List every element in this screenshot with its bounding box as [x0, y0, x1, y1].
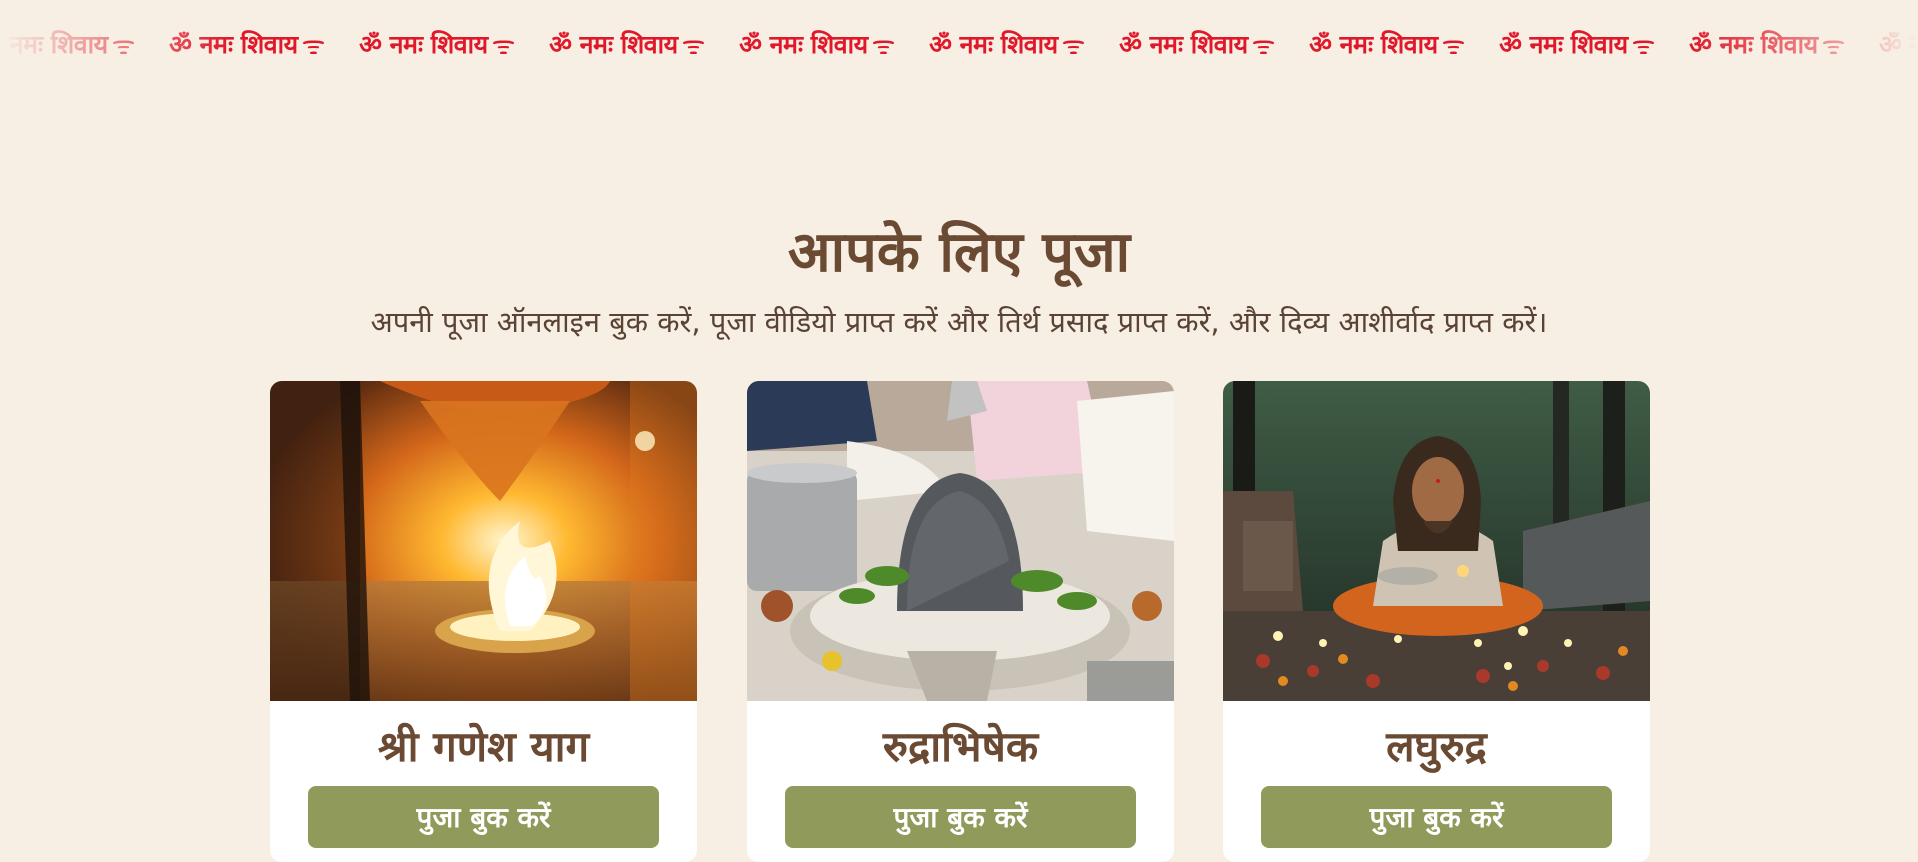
chant-item: ॐ नमः शिवायᯤ — [1879, 30, 1918, 59]
book-puja-button[interactable]: पुजा बुक करें — [308, 786, 659, 848]
chant-item: ॐ नमः शिवायᯤ — [1689, 30, 1845, 61]
section-subtitle: अपनी पूजा ऑनलाइन बुक करें, पूजा वीडियो प… — [370, 305, 1548, 339]
chant-item: ॐ नमः शिवायᯤ — [1499, 30, 1655, 61]
card-title: रुद्राभिषेक — [882, 722, 1039, 771]
puja-card: लघुरुद्र पुजा बुक करें — [1223, 381, 1650, 862]
chant-item: ॐ नमः शिवायᯤ — [169, 30, 325, 61]
shivling-image — [747, 381, 1174, 701]
puja-card: श्री गणेश याग पुजा बुक करें — [270, 381, 697, 862]
card-image-shivling[interactable] — [747, 381, 1174, 701]
puja-card: रुद्राभिषेक पुजा बुक करें — [747, 381, 1174, 862]
sadhu-lamp-image — [1223, 381, 1650, 701]
chant-item: ॐ नमः शिवायᯤ — [1309, 30, 1465, 61]
card-title: श्री गणेश याग — [377, 722, 590, 771]
chant-item: ॐ नमः शिवायᯤ — [359, 30, 515, 61]
chant-marquee: ॐ नमः शिवायᯤ ॐ नमः शिवायᯤ ॐ नमः शिवायᯤ ॐ… — [0, 0, 1918, 100]
section-title: आपके लिए पूजा — [787, 220, 1131, 285]
book-puja-button[interactable]: पुजा बुक करें — [1261, 786, 1612, 848]
havan-fire-image — [270, 381, 697, 701]
book-puja-button[interactable]: पुजा बुक करें — [785, 786, 1136, 848]
chant-item: ॐ नमः शिवायᯤ — [739, 30, 895, 61]
chant-item: ॐ नमः शिवायᯤ — [0, 30, 135, 61]
card-image-laghurudra[interactable] — [1223, 381, 1650, 701]
chant-item: ॐ नमः शिवायᯤ — [929, 30, 1085, 61]
marquee-track: ॐ नमः शिवायᯤ ॐ नमः शिवायᯤ ॐ नमः शिवायᯤ ॐ… — [0, 26, 1918, 62]
card-title: लघुरुद्र — [1386, 722, 1487, 771]
chant-item: ॐ नमः शिवायᯤ — [549, 30, 705, 61]
chant-item: ॐ नमः शिवायᯤ — [1119, 30, 1275, 61]
card-image-havan[interactable] — [270, 381, 697, 701]
